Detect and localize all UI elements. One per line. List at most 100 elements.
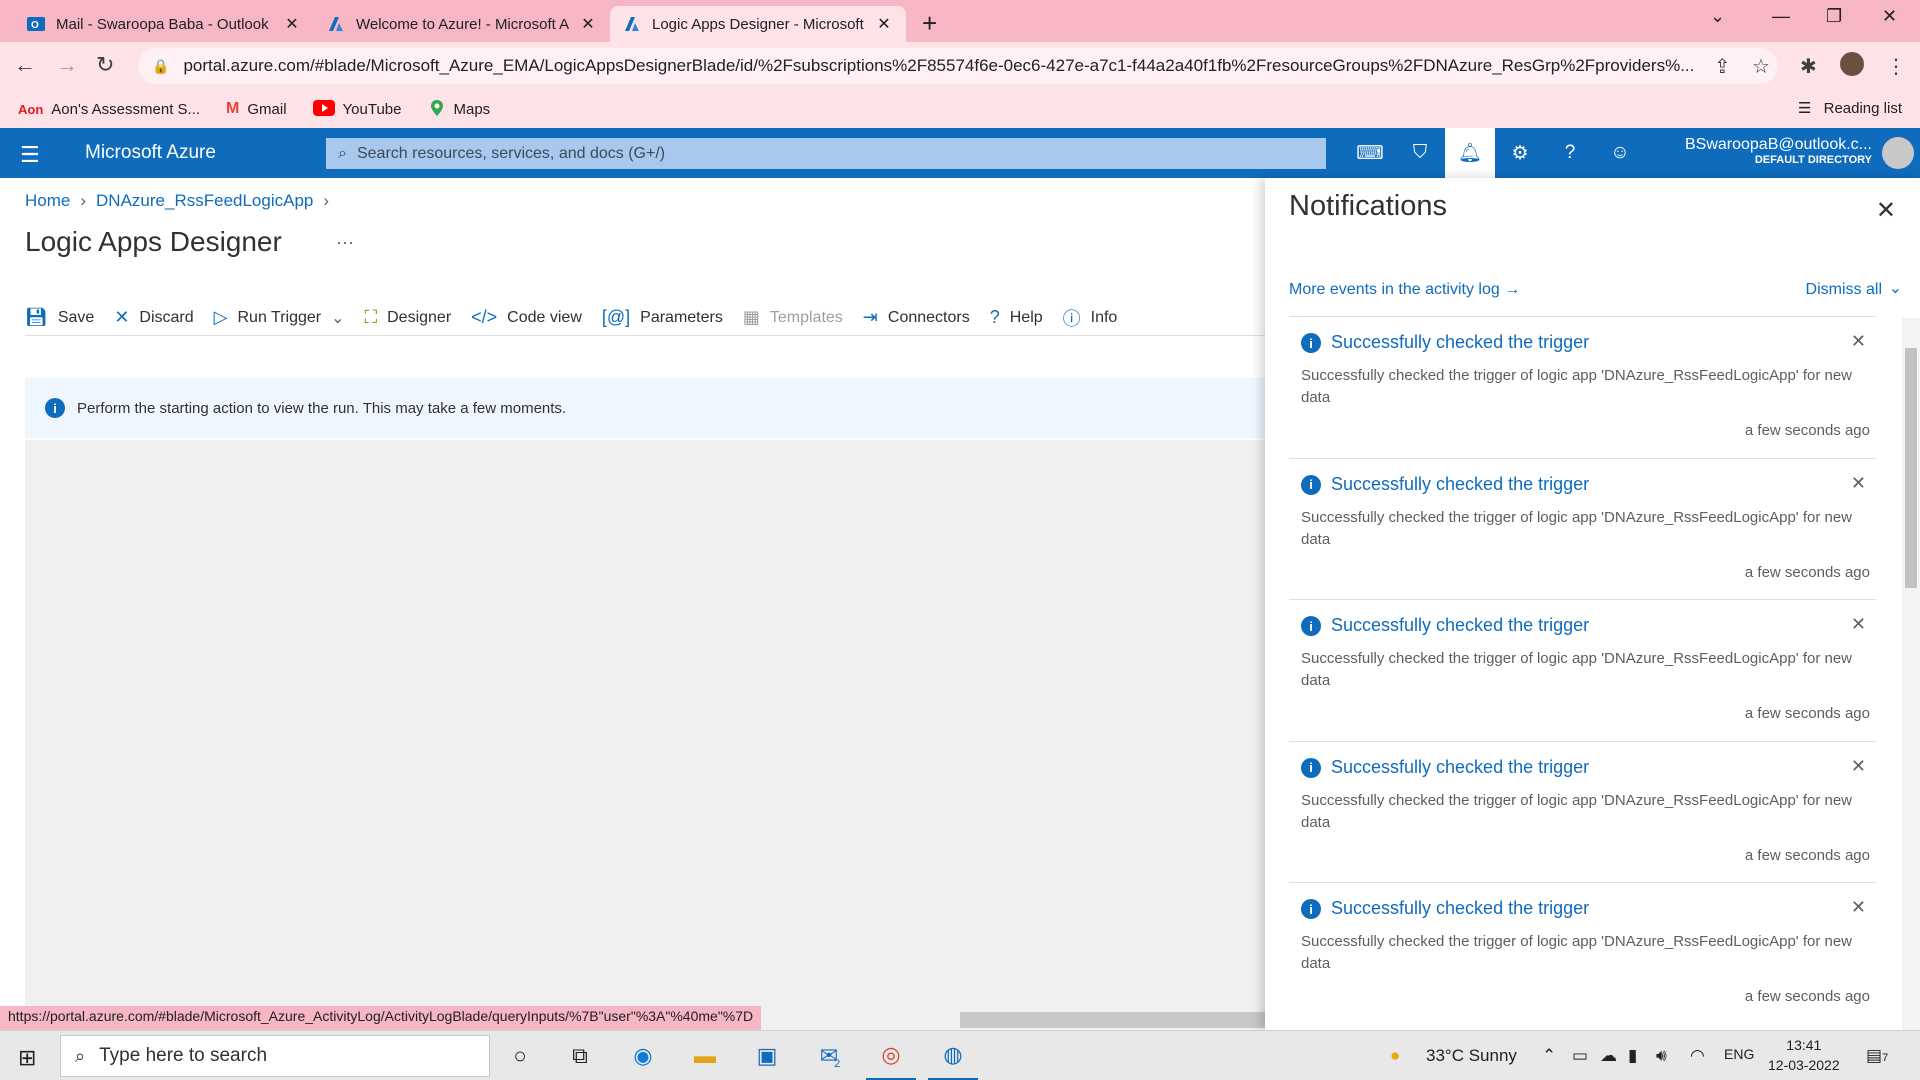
- device-icon[interactable]: ▭: [1572, 1046, 1588, 1066]
- close-icon[interactable]: ✕: [282, 14, 302, 34]
- bookmark-star-icon[interactable]: ☆: [1752, 54, 1770, 79]
- notification-title[interactable]: Successfully checked the trigger: [1331, 757, 1589, 778]
- forward-icon[interactable]: →: [56, 52, 78, 78]
- run-trigger-button[interactable]: ▷ Run Trigger ⌄: [214, 300, 345, 336]
- onedrive-icon[interactable]: ☁: [1600, 1046, 1617, 1066]
- close-icon[interactable]: ✕: [874, 14, 894, 34]
- tab-title: Logic Apps Designer - Microsoft: [652, 15, 864, 33]
- save-button[interactable]: 💾︎ Save: [25, 300, 94, 336]
- bookmark-gmail[interactable]: M Gmail: [226, 100, 287, 118]
- notification-item[interactable]: i Successfully checked the trigger ✕ Suc…: [1289, 882, 1876, 1024]
- close-icon[interactable]: ✕: [1851, 473, 1866, 494]
- close-icon[interactable]: ✕: [1876, 196, 1896, 225]
- app-icon[interactable]: ◍: [928, 1031, 978, 1080]
- tab-search-icon[interactable]: ⌄: [1710, 6, 1725, 27]
- notification-title[interactable]: Successfully checked the trigger: [1331, 332, 1589, 353]
- chevron-down-icon[interactable]: ⌄: [1889, 278, 1902, 298]
- hamburger-menu-icon[interactable]: ☰: [20, 142, 40, 168]
- toolbar-label: Info: [1090, 308, 1118, 326]
- volume-icon[interactable]: 🔊︎: [1656, 1046, 1667, 1066]
- connectors-icon: ⇥: [862, 307, 878, 327]
- activity-log-link[interactable]: More events in the activity log →: [1289, 281, 1520, 299]
- cloud-shell-icon[interactable]: ⌨: [1345, 128, 1395, 178]
- share-icon[interactable]: ⇪: [1714, 54, 1731, 79]
- task-view-icon[interactable]: ⧉: [555, 1031, 605, 1080]
- directory-filter-icon[interactable]: ⛉: [1395, 128, 1445, 178]
- wifi-icon[interactable]: ◠: [1690, 1046, 1705, 1066]
- settings-gear-icon[interactable]: ⚙: [1495, 128, 1545, 178]
- taskbar-search-input[interactable]: ⌕ Type here to search: [60, 1035, 490, 1077]
- code-icon: </>: [471, 307, 498, 327]
- toolbar-label: Code view: [507, 308, 582, 326]
- notification-item[interactable]: i Successfully checked the trigger ✕ Suc…: [1289, 599, 1876, 741]
- action-center-icon[interactable]: ▤7: [1866, 1046, 1888, 1066]
- chrome-icon[interactable]: ◎: [866, 1031, 916, 1080]
- connectors-button[interactable]: ⇥ Connectors: [863, 300, 970, 336]
- close-icon[interactable]: ✕: [1851, 331, 1866, 352]
- templates-button[interactable]: ▦ Templates: [743, 300, 843, 336]
- chevron-down-icon[interactable]: ⌄: [331, 308, 344, 328]
- tab-welcome-azure[interactable]: Welcome to Azure! - Microsoft A ✕: [314, 6, 610, 42]
- profile-avatar[interactable]: [1840, 52, 1864, 76]
- azure-search-input[interactable]: ⌕ Search resources, services, and docs (…: [326, 138, 1326, 169]
- extensions-icon[interactable]: ✱: [1800, 54, 1817, 79]
- scrollbar-thumb[interactable]: [1905, 348, 1917, 588]
- mail-icon[interactable]: ✉ 2: [805, 1031, 855, 1080]
- bookmark-youtube[interactable]: YouTube: [312, 99, 402, 119]
- toolbar-label: Run Trigger: [237, 308, 322, 326]
- info-button[interactable]: ⓘ Info: [1063, 300, 1118, 336]
- close-icon[interactable]: ✕: [578, 14, 598, 34]
- code-view-button[interactable]: </> Code view: [471, 300, 582, 336]
- dismiss-all-button[interactable]: Dismiss all: [1806, 281, 1882, 299]
- notification-time: a few seconds ago: [1744, 846, 1870, 864]
- notification-title[interactable]: Successfully checked the trigger: [1331, 898, 1589, 919]
- help-icon[interactable]: ?: [1545, 128, 1595, 178]
- azure-brand[interactable]: Microsoft Azure: [85, 142, 216, 164]
- bookmark-aon[interactable]: Aon Aon's Assessment S...: [18, 101, 200, 118]
- notification-title[interactable]: Successfully checked the trigger: [1331, 474, 1589, 495]
- close-icon[interactable]: ✕: [1851, 897, 1866, 918]
- notification-title[interactable]: Successfully checked the trigger: [1331, 615, 1589, 636]
- system-clock[interactable]: 13:41 12-03-2022: [1768, 1035, 1840, 1075]
- new-tab-button[interactable]: +: [922, 8, 937, 39]
- bookmark-maps[interactable]: Maps: [428, 99, 490, 120]
- notification-item[interactable]: i Successfully checked the trigger ✕ Suc…: [1289, 316, 1876, 458]
- battery-icon[interactable]: ▮: [1628, 1046, 1637, 1066]
- edge-icon[interactable]: ◉: [618, 1031, 668, 1080]
- close-icon[interactable]: ✕: [1851, 614, 1866, 635]
- notification-item[interactable]: i Successfully checked the trigger ✕ Suc…: [1289, 457, 1876, 600]
- reload-icon[interactable]: ↻: [96, 52, 114, 78]
- weather-text[interactable]: 33°C Sunny: [1426, 1046, 1517, 1066]
- language-indicator[interactable]: ENG: [1724, 1046, 1754, 1062]
- cortana-icon[interactable]: ○: [495, 1031, 545, 1080]
- horizontal-scrollbar[interactable]: [960, 1012, 1265, 1028]
- parameters-button[interactable]: [@] Parameters: [602, 300, 723, 336]
- breadcrumb-home[interactable]: Home: [25, 191, 70, 211]
- url-field[interactable]: 🔒 portal.azure.com/#blade/Microsoft_Azur…: [138, 48, 1778, 84]
- windows-start-icon[interactable]: ⊞: [18, 1045, 36, 1071]
- reading-list[interactable]: ☰ Reading list: [1798, 99, 1902, 117]
- more-options-icon[interactable]: ···: [336, 232, 354, 253]
- notification-item[interactable]: i Successfully checked the trigger ✕ Suc…: [1289, 740, 1876, 883]
- restore-button[interactable]: ❐: [1826, 6, 1842, 27]
- discard-button[interactable]: ✕ Discard: [114, 300, 193, 336]
- menu-icon[interactable]: ⋮: [1886, 54, 1906, 79]
- designer-button[interactable]: ⛶ Designer: [365, 300, 452, 336]
- window-close-button[interactable]: ✕: [1882, 6, 1897, 27]
- avatar[interactable]: [1882, 137, 1914, 169]
- chevron-up-icon[interactable]: ⌃: [1542, 1046, 1556, 1066]
- feedback-icon[interactable]: ☺: [1595, 128, 1645, 178]
- account-info[interactable]: BSwaroopaB@outlook.c... DEFAULT DIRECTOR…: [1685, 136, 1872, 166]
- tab-outlook[interactable]: O Mail - Swaroopa Baba - Outlook ✕: [14, 6, 314, 42]
- breadcrumb-logic-app[interactable]: DNAzure_RssFeedLogicApp: [96, 191, 313, 211]
- file-explorer-icon[interactable]: ▬: [680, 1031, 730, 1080]
- close-icon[interactable]: ✕: [1851, 756, 1866, 777]
- designer-canvas[interactable]: [25, 440, 1265, 1030]
- notifications-scrollbar[interactable]: [1902, 318, 1920, 1030]
- back-icon[interactable]: ←: [14, 52, 36, 78]
- notifications-bell-icon[interactable]: 🔔︎: [1445, 128, 1495, 178]
- help-button[interactable]: ? Help: [990, 300, 1043, 336]
- tab-logic-apps-designer[interactable]: Logic Apps Designer - Microsoft ✕: [610, 6, 906, 42]
- minimize-button[interactable]: —: [1772, 6, 1790, 27]
- store-icon[interactable]: ▣: [742, 1031, 792, 1080]
